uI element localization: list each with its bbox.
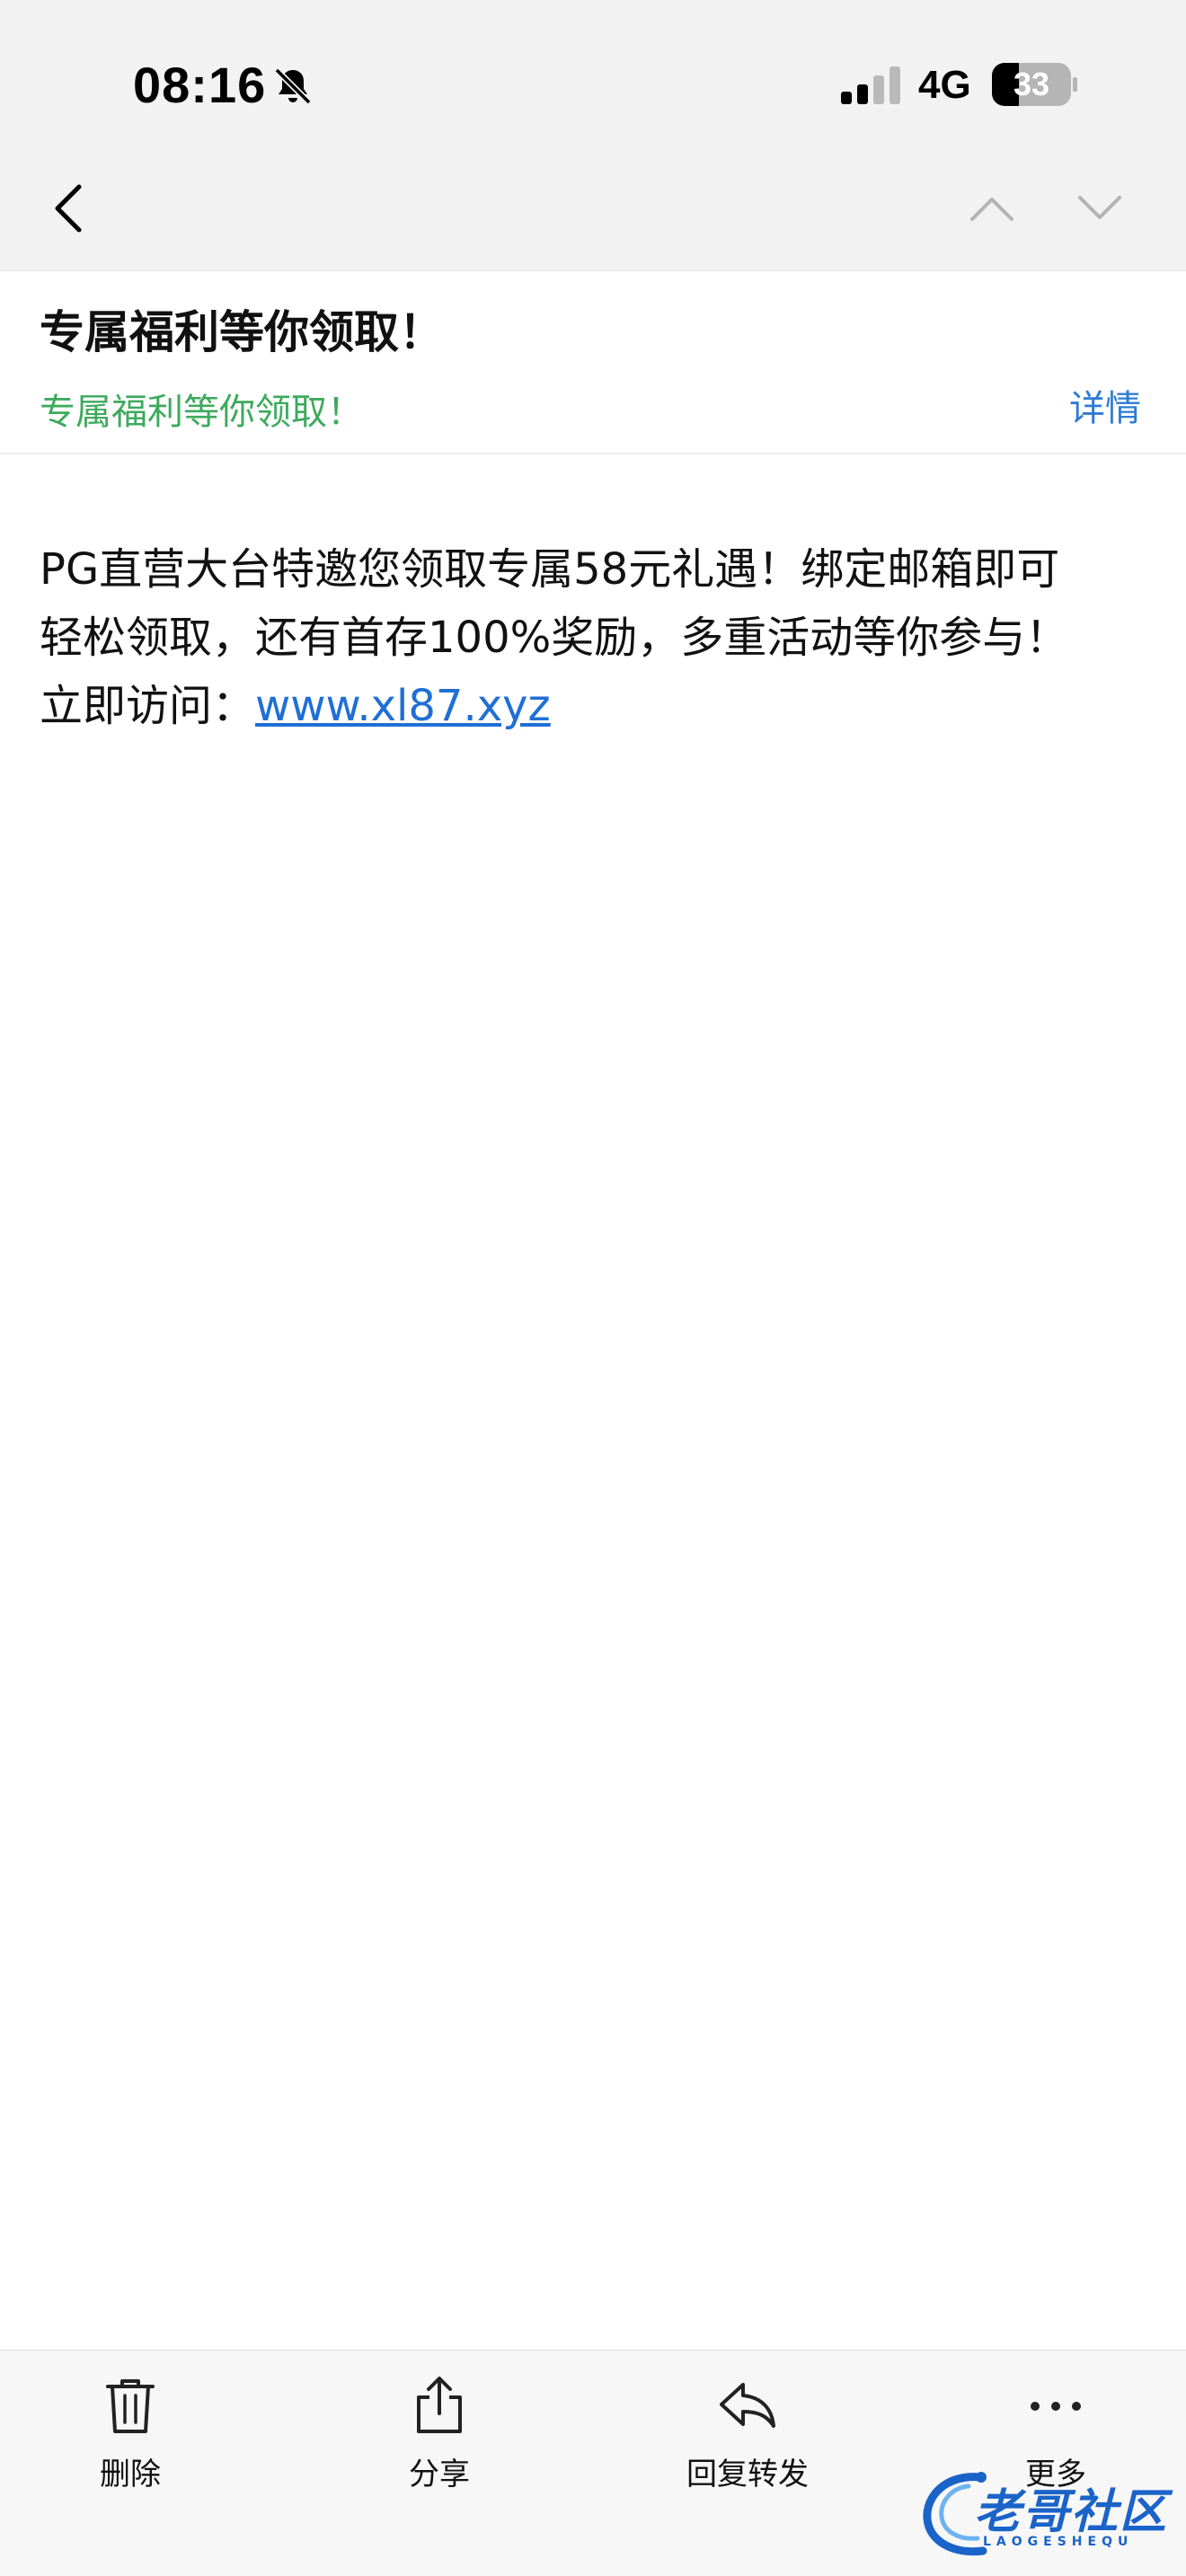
share-icon: [417, 2377, 462, 2433]
reply-forward-button[interactable]: 回复转发: [640, 2374, 855, 2509]
trash-icon: [106, 2379, 155, 2433]
body-line-2: 轻松领取，还有首存100%奖励，多重活动等你参与！: [40, 613, 1069, 663]
body-link-prefix: 立即访问：: [40, 681, 256, 731]
chevron-down-icon[interactable]: [1075, 189, 1125, 228]
email-body: PG直营大台特邀您领取专属58元礼遇！绑定邮箱即可 轻松领取，还有首存100%奖…: [40, 535, 1154, 740]
reply-icon: [720, 2383, 775, 2428]
signal-icon: [841, 66, 900, 104]
body-line-1: PG直营大台特邀您领取专属58元礼遇！绑定邮箱即可: [40, 544, 1060, 595]
watermark-text: 老哥社区: [974, 2485, 1169, 2539]
delete-label: 删除: [100, 2457, 161, 2492]
chevron-left-icon[interactable]: [45, 180, 95, 237]
share-button[interactable]: 分享: [332, 2374, 547, 2509]
top-bar: [0, 0, 1186, 271]
reply-forward-label: 回复转发: [686, 2457, 809, 2492]
chevron-up-icon[interactable]: [967, 189, 1017, 228]
bell-off-icon: [274, 67, 312, 105]
network-label: 4G: [918, 63, 971, 107]
body-link[interactable]: www.xl87.xyz: [255, 681, 551, 731]
watermark-subtext: LAOGESHEQU: [983, 2535, 1134, 2549]
battery-level: 33: [1013, 66, 1050, 102]
delete-button[interactable]: 删除: [22, 2374, 238, 2509]
details-link[interactable]: 详情: [1069, 379, 1141, 431]
email-subject: 专属福利等你领取！: [40, 306, 444, 358]
share-label: 分享: [409, 2457, 470, 2492]
header-divider: [0, 453, 1186, 454]
body-line-3: 立即访问：www.xl87.xyz: [40, 672, 1154, 740]
status-time: 08:16: [133, 57, 267, 113]
email-sender: 专属福利等你领取！: [40, 392, 363, 433]
more-icon: [1031, 2402, 1081, 2411]
